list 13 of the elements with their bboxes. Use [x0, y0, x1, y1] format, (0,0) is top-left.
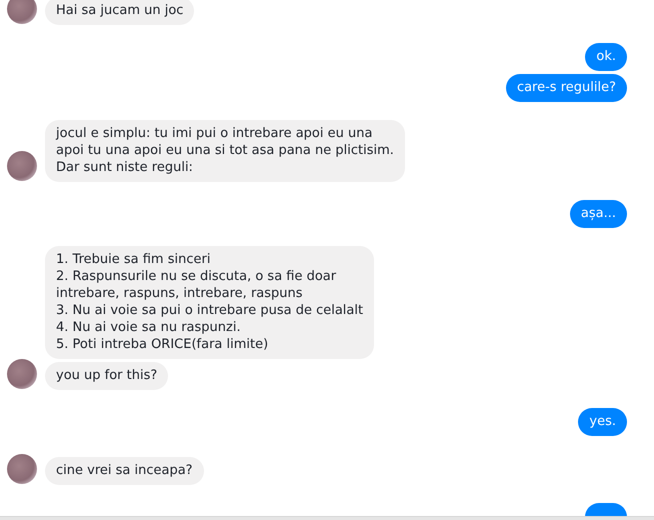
message-bubble: yes.: [578, 408, 627, 436]
message-bubble: 1. Trebuie sa fim sinceri 2. Raspunsurile nu se discuta, o sa fie doar intrebare, raspuns, intrebare, raspuns 3. Nu ai voie sa pui o intrebare pusa de celalalt 4. Nu ai voie sa nu raspunzi. 5. Poti intreba ORICE(fara limite): [45, 246, 374, 359]
message-bubble: Hai sa jucam un joc: [45, 0, 194, 25]
message-bubble: cine vrei sa inceapa?: [45, 457, 204, 485]
message-bubble: așa...: [570, 200, 627, 228]
message-bubble: you up for this?: [45, 362, 168, 390]
avatar: [7, 0, 37, 24]
avatar: [7, 359, 37, 389]
message-bubble: jocul e simplu: tu imi pui o intrebare apoi eu una apoi tu una apoi eu una si tot asa pana ne plictisim. Dar sunt niste reguli:: [45, 120, 405, 182]
avatar: [7, 454, 37, 484]
avatar: [7, 151, 37, 181]
message-bubble: ok.: [585, 43, 627, 71]
message-bubble: care-s regulile?: [506, 74, 627, 102]
